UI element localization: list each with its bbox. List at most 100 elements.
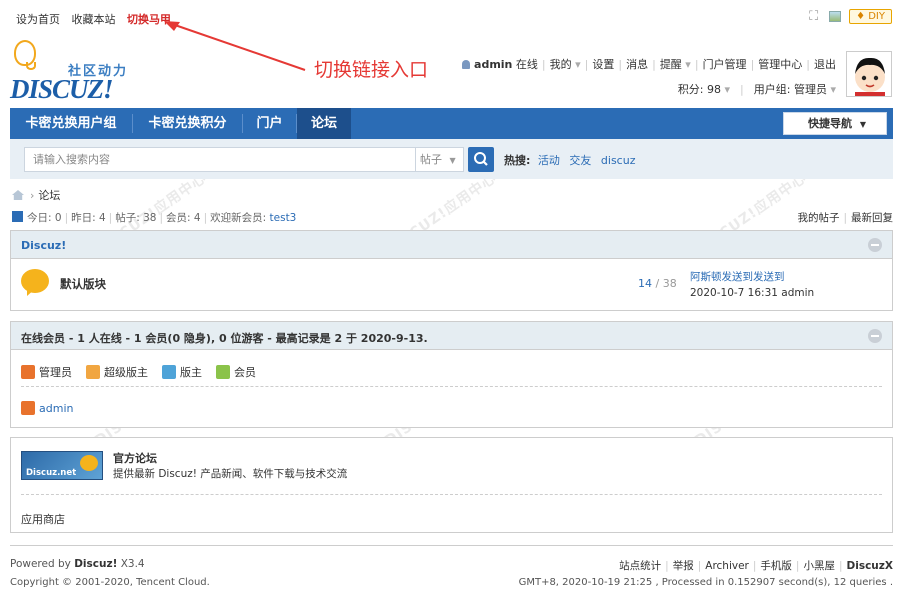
- expand-icon[interactable]: ⛶: [809, 10, 821, 23]
- stat-today: 今日: 0: [27, 212, 62, 224]
- site-logo[interactable]: 社区动力 DISCUZ!: [10, 40, 150, 104]
- online-members-box: 在线会员 - 1 人在线 - 1 会员(0 隐身), 0 位游客 - 最高记录是…: [10, 321, 893, 428]
- discuz-net-logo[interactable]: Discuz.net: [21, 451, 103, 480]
- my-menu[interactable]: 我的: [550, 58, 572, 71]
- official-forum-desc: 提供最新 Discuz! 产品新闻、软件下载与技术交流: [113, 468, 348, 480]
- category-title[interactable]: Discuz!: [21, 239, 66, 252]
- forum-stats: 今日: 0 | 昨日: 4 | 帖子: 38 | 会员: 4 | 欢迎新会员: test3: [12, 210, 296, 225]
- home-icon[interactable]: [12, 190, 24, 200]
- set-homepage-link[interactable]: 设为首页: [16, 13, 60, 26]
- version: X3.4: [120, 558, 145, 570]
- collapse-icon[interactable]: [868, 329, 882, 343]
- site-stats-link[interactable]: 站点统计: [619, 560, 661, 572]
- stat-welcome: 欢迎新会员:: [210, 212, 267, 224]
- divider: [21, 494, 882, 495]
- nav-item-card-usergroup[interactable]: 卡密兑换用户组: [10, 108, 132, 139]
- legend-item: 会员: [216, 364, 256, 380]
- hot-term-link[interactable]: 交友: [569, 154, 591, 167]
- logout-link[interactable]: 退出: [814, 58, 836, 71]
- quick-nav-button[interactable]: 快捷导航 ▼: [783, 112, 887, 135]
- avatar-face-icon: [855, 57, 885, 96]
- messages-link[interactable]: 消息: [626, 58, 648, 71]
- portal-admin-link[interactable]: 门户管理: [703, 58, 747, 71]
- chevron-down-icon: ▼: [449, 156, 456, 165]
- archiver-link[interactable]: Archiver: [705, 560, 749, 572]
- search-icon: [474, 152, 488, 166]
- powered-by: Powered by Discuz! X3.4: [10, 558, 145, 570]
- legend-label: 管理员: [39, 366, 72, 379]
- collapse-icon[interactable]: [868, 238, 882, 252]
- settings-link[interactable]: 设置: [592, 58, 614, 71]
- new-member-link[interactable]: test3: [270, 212, 297, 224]
- legend-label: 会员: [234, 366, 256, 379]
- report-link[interactable]: 举报: [673, 560, 694, 572]
- forum-name-link[interactable]: 默认版块: [60, 276, 106, 292]
- last-post-meta: 2020-10-7 16:31 admin: [690, 287, 815, 299]
- style-image-icon[interactable]: [829, 11, 842, 22]
- diy-button[interactable]: ♦ DIY: [849, 9, 892, 24]
- annotation-text: 切换链接入口: [314, 59, 429, 81]
- divider: [21, 386, 882, 387]
- user-group-menu[interactable]: 用户组: 管理员: [754, 83, 827, 96]
- bookmark-link[interactable]: 收藏本站: [72, 13, 116, 26]
- points-menu[interactable]: 积分: 98: [678, 83, 721, 96]
- logo-bulb-base: [26, 62, 36, 70]
- thread-count: 14: [638, 277, 652, 290]
- nav-item-forum[interactable]: 论坛: [297, 108, 351, 139]
- breadcrumb-current[interactable]: 论坛: [38, 189, 60, 202]
- powered-name-link[interactable]: Discuz!: [74, 558, 117, 570]
- online-user[interactable]: admin: [21, 401, 73, 415]
- mobile-link[interactable]: 手机版: [760, 560, 792, 572]
- search-input[interactable]: 请输入搜索内容: [24, 147, 416, 172]
- legend-item: 管理员: [21, 364, 72, 380]
- search-type-label: 帖子: [420, 153, 442, 166]
- top-bar: 设为首页 收藏本站 切换马甲 ⛶ ♦ DIY: [0, 0, 910, 34]
- hot-search-label: 热搜:: [504, 154, 531, 167]
- username-link[interactable]: admin: [474, 58, 512, 71]
- avatar[interactable]: [846, 51, 892, 97]
- footer-links: 站点统计 | 举报 | Archiver | 手机版 | 小黑屋 | DiscuzX: [619, 560, 893, 572]
- online-title[interactable]: 在线会员 - 1 人在线 - 1 会员(0 隐身), 0 位游客 - 最高记录是…: [21, 330, 428, 346]
- moderator-role-icon: [162, 365, 176, 379]
- legend-item: 超级版主: [86, 364, 148, 380]
- hot-term-link[interactable]: 活动: [538, 154, 560, 167]
- latest-replies-link[interactable]: 最新回复: [851, 212, 893, 224]
- user-icon: [462, 60, 471, 69]
- search-type-select[interactable]: 帖子 ▼: [416, 147, 464, 172]
- discuzx-brand-link[interactable]: DiscuzX: [847, 560, 893, 572]
- breadcrumb: › 论坛: [12, 187, 60, 203]
- top-links: 设为首页 收藏本站 切换马甲: [16, 11, 179, 27]
- nav-item-portal[interactable]: 门户: [243, 108, 296, 139]
- stats-chart-icon: [12, 211, 23, 222]
- count-separator: /: [652, 277, 663, 290]
- app-store-link[interactable]: 应用商店: [21, 511, 65, 527]
- legend-label: 超级版主: [104, 366, 148, 379]
- admin-role-icon: [21, 365, 35, 379]
- hot-search: 热搜: 活动 交友 discuz: [504, 152, 641, 168]
- category-header: Discuz!: [11, 231, 892, 259]
- stat-members: 会员: 4: [166, 212, 201, 224]
- hot-term-link[interactable]: discuz: [601, 154, 636, 167]
- search-button[interactable]: [468, 147, 494, 172]
- powered-prefix: Powered by: [10, 558, 71, 570]
- copyright: Copyright © 2001-2020, Tencent Cloud.: [10, 577, 210, 588]
- online-status: 在线: [515, 58, 538, 71]
- logo-text-en: DISCUZ!: [10, 74, 114, 104]
- official-forum-link[interactable]: 官方论坛: [113, 450, 157, 466]
- my-posts-link[interactable]: 我的帖子: [797, 212, 839, 224]
- main-nav: 卡密兑换用户组 卡密兑换积分 门户 论坛 快捷导航 ▼: [10, 108, 893, 139]
- top-icons: ⛶ ♦ DIY: [809, 9, 892, 24]
- stat-posts: 帖子: 38: [115, 212, 157, 224]
- footer-divider: [10, 545, 893, 546]
- reminders-menu[interactable]: 提醒: [660, 58, 682, 71]
- diy-label: DIY: [868, 11, 885, 22]
- last-post-title-link[interactable]: 阿斯顿发送到发送到: [690, 271, 785, 283]
- stat-yesterday: 昨日: 4: [71, 212, 106, 224]
- nav-item-card-points[interactable]: 卡密兑换积分: [133, 108, 242, 139]
- forum-category-box: Discuz! 默认版块 14 / 38 阿斯顿发送到发送到 2020-10-7…: [10, 230, 893, 311]
- chevron-down-icon: ▼: [859, 120, 866, 129]
- admin-center-link[interactable]: 管理中心: [758, 58, 802, 71]
- forum-bubble-icon[interactable]: [21, 269, 49, 293]
- logo-bubble-icon: [80, 455, 98, 471]
- blacklist-link[interactable]: 小黑屋: [803, 560, 835, 572]
